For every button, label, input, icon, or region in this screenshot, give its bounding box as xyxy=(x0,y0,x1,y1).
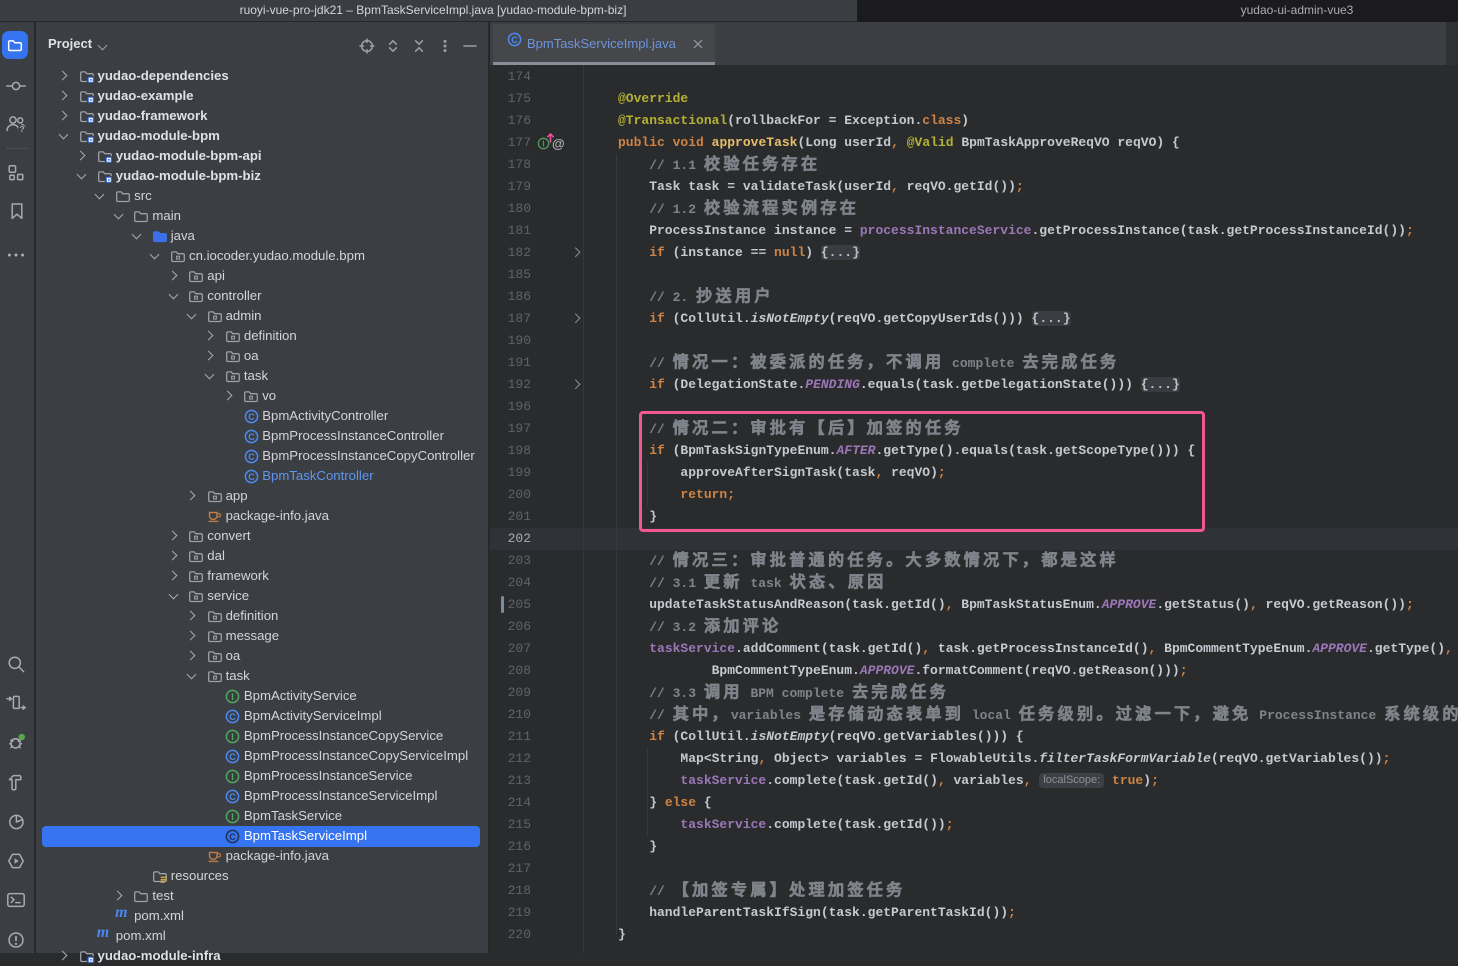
svg-text:C: C xyxy=(248,451,255,461)
svg-text:I: I xyxy=(232,811,235,821)
svg-text:C: C xyxy=(511,34,518,44)
svg-text:C: C xyxy=(248,411,255,421)
svg-text:I: I xyxy=(232,771,235,781)
svg-text:I: I xyxy=(232,731,235,741)
svg-text:C: C xyxy=(248,431,255,441)
svg-text:C: C xyxy=(230,751,237,761)
svg-text:C: C xyxy=(230,831,237,841)
svg-text:I: I xyxy=(542,139,544,148)
svg-text:I: I xyxy=(232,691,235,701)
svg-text:C: C xyxy=(230,791,237,801)
svg-text:C: C xyxy=(248,471,255,481)
svg-text:?: ? xyxy=(19,124,24,134)
svg-text:C: C xyxy=(230,711,237,721)
